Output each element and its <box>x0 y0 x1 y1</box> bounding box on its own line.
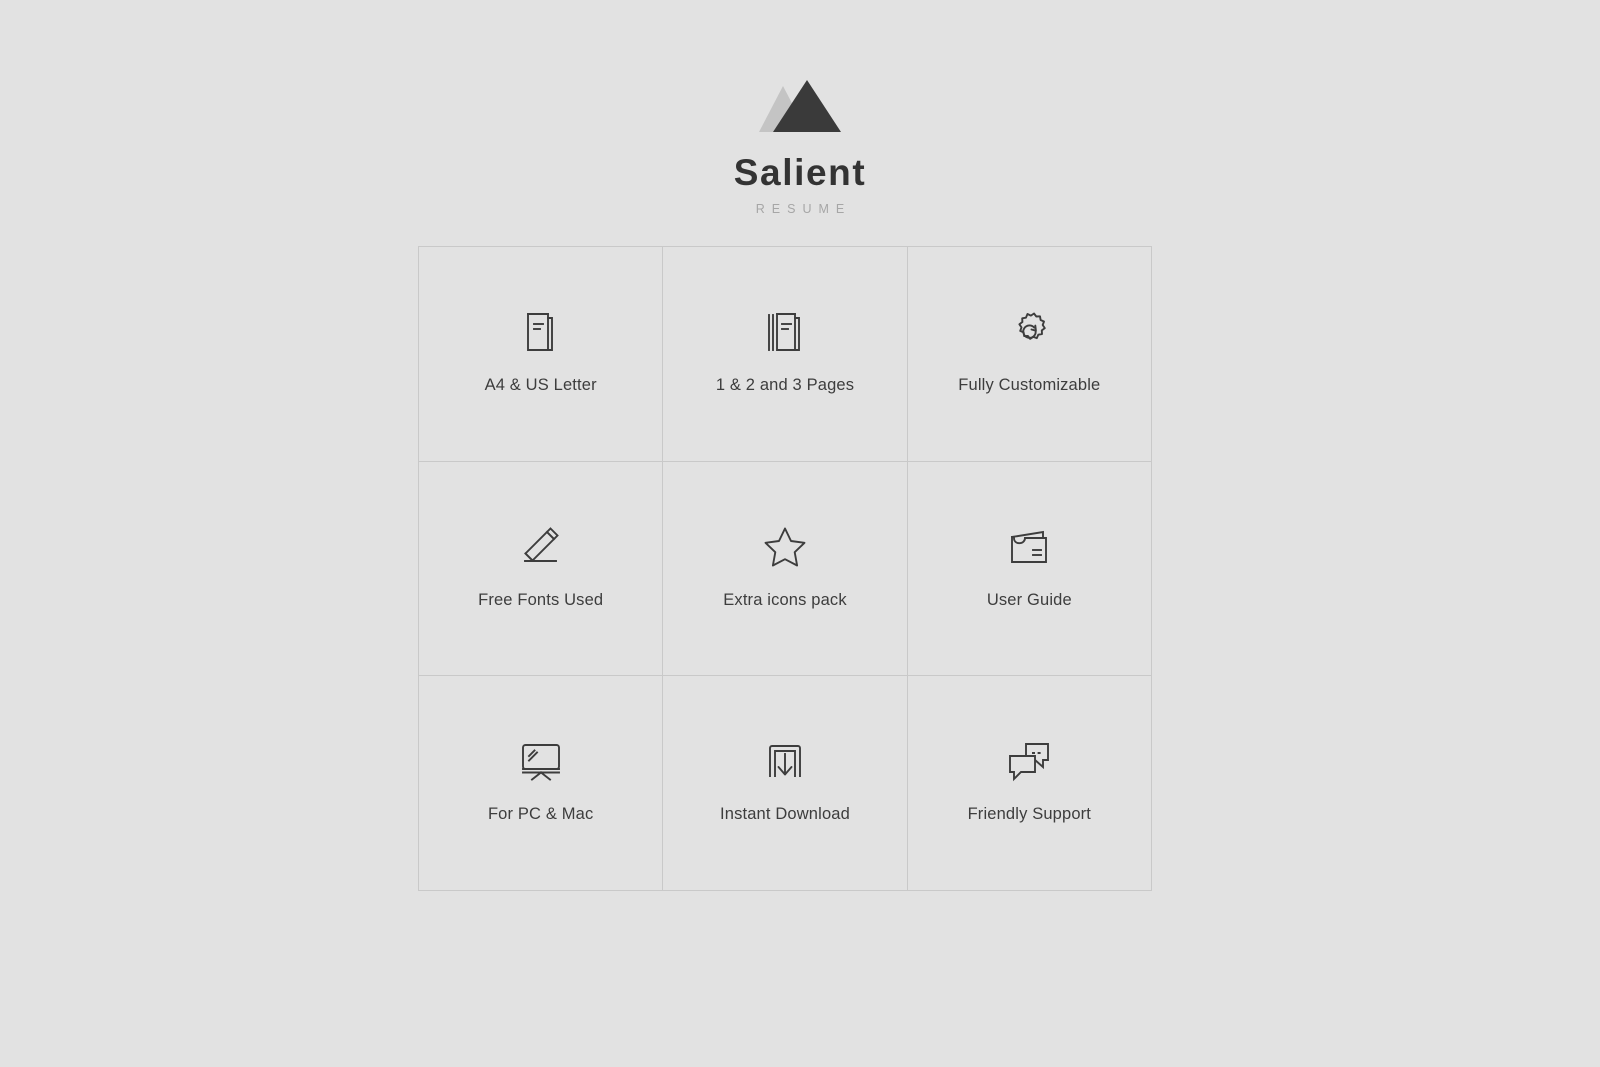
single-document-icon <box>514 305 568 359</box>
chat-bubbles-icon <box>1002 734 1056 788</box>
brand-title: Salient <box>733 152 867 193</box>
gear-icon <box>1002 305 1056 359</box>
star-icon <box>758 520 812 574</box>
feature-label: Free Fonts Used <box>478 590 604 609</box>
brand-header: Salient RESUME <box>0 78 1600 216</box>
feature-cell-a4-us-letter[interactable]: A4 & US Letter <box>419 247 664 462</box>
feature-label: A4 & US Letter <box>484 376 597 394</box>
feature-label: For PC & Mac <box>487 805 594 824</box>
feature-label: Friendly Support <box>967 805 1092 824</box>
feature-label: User Guide <box>986 590 1072 609</box>
monitor-icon <box>514 734 568 788</box>
feature-grid: A4 & US Letter 1 & 2 and 3 Pages Fully C… <box>418 246 1152 891</box>
feature-cell-friendly-support[interactable]: Friendly Support <box>907 676 1152 891</box>
folder-icon <box>1002 520 1056 574</box>
feature-cell-instant-download[interactable]: Instant Download <box>663 676 908 891</box>
feature-label: 1 & 2 and 3 Pages <box>715 376 855 394</box>
feature-showcase-page: Salient RESUME A4 & US Letter 1 & 2 and … <box>0 0 1600 1067</box>
feature-cell-free-fonts[interactable]: Free Fonts Used <box>419 461 664 677</box>
feature-cell-user-guide[interactable]: User Guide <box>907 461 1152 677</box>
feature-label: Extra icons pack <box>723 590 847 609</box>
download-icon <box>758 734 812 788</box>
feature-cell-pages[interactable]: 1 & 2 and 3 Pages <box>663 247 908 462</box>
feature-label: Fully Customizable <box>958 376 1101 394</box>
pencil-icon <box>514 520 568 574</box>
feature-cell-pc-mac[interactable]: For PC & Mac <box>419 676 664 891</box>
brand-subtitle: RESUME <box>755 202 852 216</box>
feature-label: Instant Download <box>720 805 850 824</box>
mountain-peaks-icon <box>740 78 860 140</box>
feature-cell-customizable[interactable]: Fully Customizable <box>907 247 1152 462</box>
stacked-pages-icon <box>758 305 812 359</box>
feature-cell-extra-icons[interactable]: Extra icons pack <box>663 461 908 677</box>
